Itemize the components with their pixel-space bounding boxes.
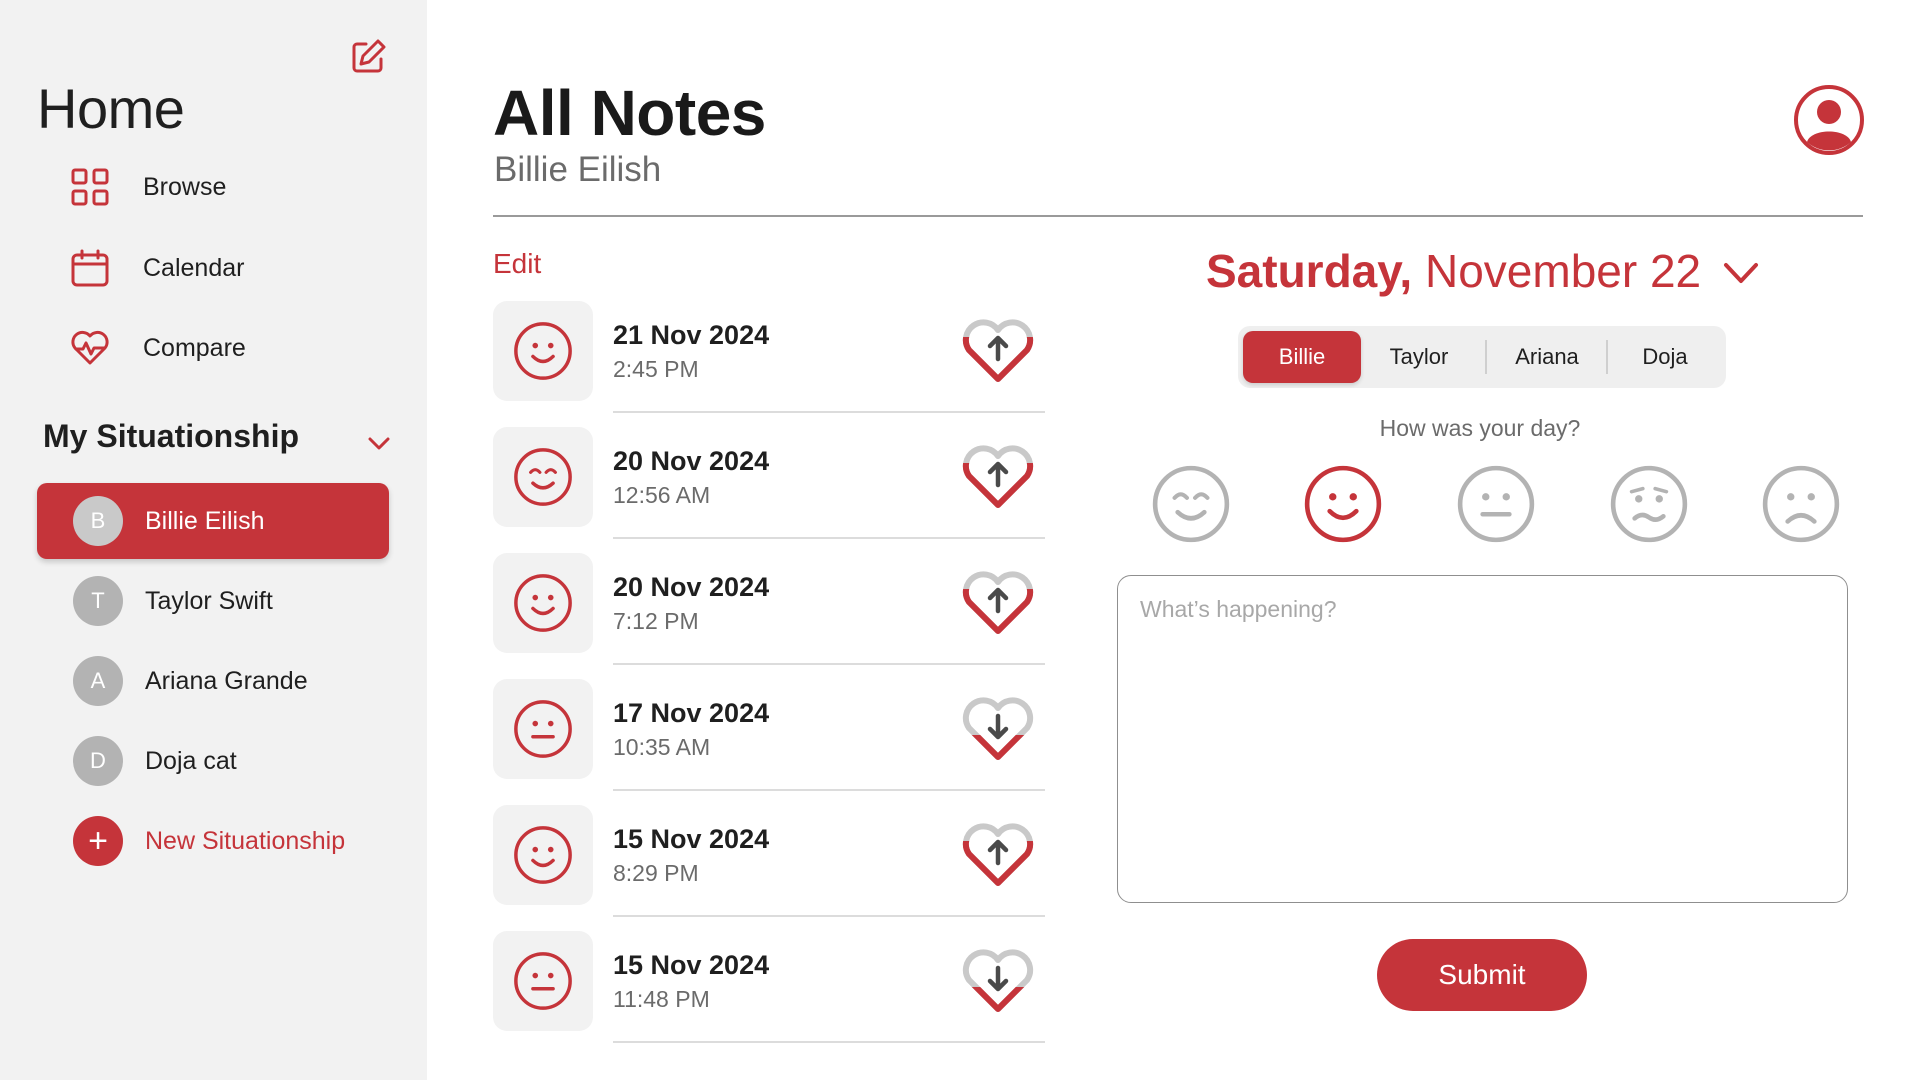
sidebar-item-billie-eilish[interactable]: B Billie Eilish	[37, 483, 389, 559]
sidebar-item-doja-cat[interactable]: D Doja cat	[37, 723, 389, 799]
note-date: 15 Nov 2024	[613, 824, 770, 854]
note-list-item[interactable]: 20 Nov 2024 12:56 AM	[493, 422, 1045, 539]
mood-option-content-icon[interactable]	[1150, 463, 1232, 545]
avatar: D	[73, 736, 123, 786]
sidebar: Home Browse Calendar Compare My Situatio…	[0, 0, 427, 1080]
note-date: 17 Nov 2024	[613, 698, 770, 728]
person-segmented-control: Billie Taylor Ariana Doja	[1238, 326, 1726, 388]
row-divider	[613, 915, 1045, 917]
tab-ariana[interactable]: Ariana	[1488, 331, 1606, 383]
person-name: Taylor Swift	[145, 586, 273, 615]
sidebar-item-calendar[interactable]: Calendar	[70, 243, 400, 293]
mood-neutral-icon	[493, 679, 593, 779]
note-list-item[interactable]: 15 Nov 2024 11:48 PM	[493, 926, 1045, 1043]
heart-trend-up-icon	[958, 565, 1038, 639]
note-date: 21 Nov 2024	[613, 320, 770, 350]
page-subtitle: Billie Eilish	[494, 150, 662, 189]
heart-trend-up-icon	[958, 817, 1038, 891]
note-time: 12:56 AM	[613, 482, 711, 508]
sidebar-item-label: Calendar	[143, 253, 245, 282]
heart-trend-up-icon	[958, 313, 1038, 387]
tab-taylor[interactable]: Taylor	[1364, 331, 1474, 383]
mood-content-icon	[493, 427, 593, 527]
row-divider	[613, 411, 1045, 413]
note-time: 2:45 PM	[613, 356, 699, 382]
sidebar-item-compare[interactable]: Compare	[70, 323, 400, 373]
heart-trend-down-icon	[958, 691, 1038, 765]
note-list-item[interactable]: 20 Nov 2024 7:12 PM	[493, 548, 1045, 665]
note-time: 11:48 PM	[613, 986, 710, 1012]
note-date: 20 Nov 2024	[613, 572, 770, 602]
sidebar-item-ariana-grande[interactable]: A Ariana Grande	[37, 643, 389, 719]
page-title: All Notes	[493, 77, 766, 149]
mood-option-neutral-icon[interactable]	[1455, 463, 1537, 545]
date-rest: November 22	[1425, 245, 1702, 297]
chevron-down-icon[interactable]	[364, 428, 394, 458]
note-list-item[interactable]: 17 Nov 2024 10:35 AM	[493, 674, 1045, 791]
sidebar-item-browse[interactable]: Browse	[70, 162, 400, 212]
grid-icon	[70, 167, 110, 207]
note-date: 20 Nov 2024	[613, 446, 770, 476]
person-name: Doja cat	[145, 746, 237, 775]
mood-option-worried-icon[interactable]	[1608, 463, 1690, 545]
avatar: T	[73, 576, 123, 626]
note-list-item[interactable]: 21 Nov 2024 2:45 PM	[493, 296, 1045, 413]
user-circle-icon[interactable]	[1793, 84, 1865, 156]
header-divider	[493, 215, 1863, 217]
row-divider	[613, 789, 1045, 791]
mood-smile-icon	[493, 553, 593, 653]
avatar: B	[73, 496, 123, 546]
date-day: Saturday,	[1206, 245, 1413, 297]
mood-option-sad-icon[interactable]	[1760, 463, 1842, 545]
mood-smile-icon	[493, 301, 593, 401]
new-situationship-label: New Situationship	[145, 826, 346, 855]
mood-neutral-icon	[493, 931, 593, 1031]
note-time: 10:35 AM	[613, 734, 711, 760]
row-divider	[613, 1041, 1045, 1043]
note-list-item[interactable]: 15 Nov 2024 8:29 PM	[493, 800, 1045, 917]
row-divider	[613, 537, 1045, 539]
plus-icon: +	[73, 816, 123, 866]
mood-option-smile-icon[interactable]	[1302, 463, 1384, 545]
tab-billie[interactable]: Billie	[1243, 331, 1361, 383]
note-time: 8:29 PM	[613, 860, 699, 886]
mood-smile-icon	[493, 805, 593, 905]
row-divider	[613, 663, 1045, 665]
note-time: 7:12 PM	[613, 608, 699, 634]
heart-pulse-icon	[70, 328, 110, 368]
heart-trend-up-icon	[958, 439, 1038, 513]
segment-divider	[1606, 340, 1608, 374]
sidebar-item-label: Browse	[143, 172, 227, 201]
chevron-down-icon[interactable]	[1720, 255, 1762, 291]
sidebar-item-label: Compare	[143, 333, 246, 362]
mood-prompt: How was your day?	[1379, 415, 1581, 441]
note-textarea[interactable]	[1117, 575, 1848, 903]
note-date: 15 Nov 2024	[613, 950, 770, 980]
sidebar-title: Home	[37, 77, 185, 140]
new-situationship-button[interactable]: + New Situationship	[37, 803, 389, 879]
submit-button[interactable]: Submit	[1377, 939, 1587, 1011]
avatar: A	[73, 656, 123, 706]
calendar-icon	[70, 248, 110, 288]
selected-date: Saturday, November 22	[1206, 244, 1701, 298]
sidebar-item-taylor-swift[interactable]: T Taylor Swift	[37, 563, 389, 639]
segment-divider	[1485, 340, 1487, 374]
person-name: Ariana Grande	[145, 666, 308, 695]
tab-doja[interactable]: Doja	[1610, 331, 1720, 383]
section-title: My Situationship	[43, 418, 299, 454]
person-name: Billie Eilish	[145, 506, 265, 535]
heart-trend-down-icon	[958, 943, 1038, 1017]
edit-link[interactable]: Edit	[493, 248, 541, 280]
edit-square-icon[interactable]	[349, 36, 389, 76]
